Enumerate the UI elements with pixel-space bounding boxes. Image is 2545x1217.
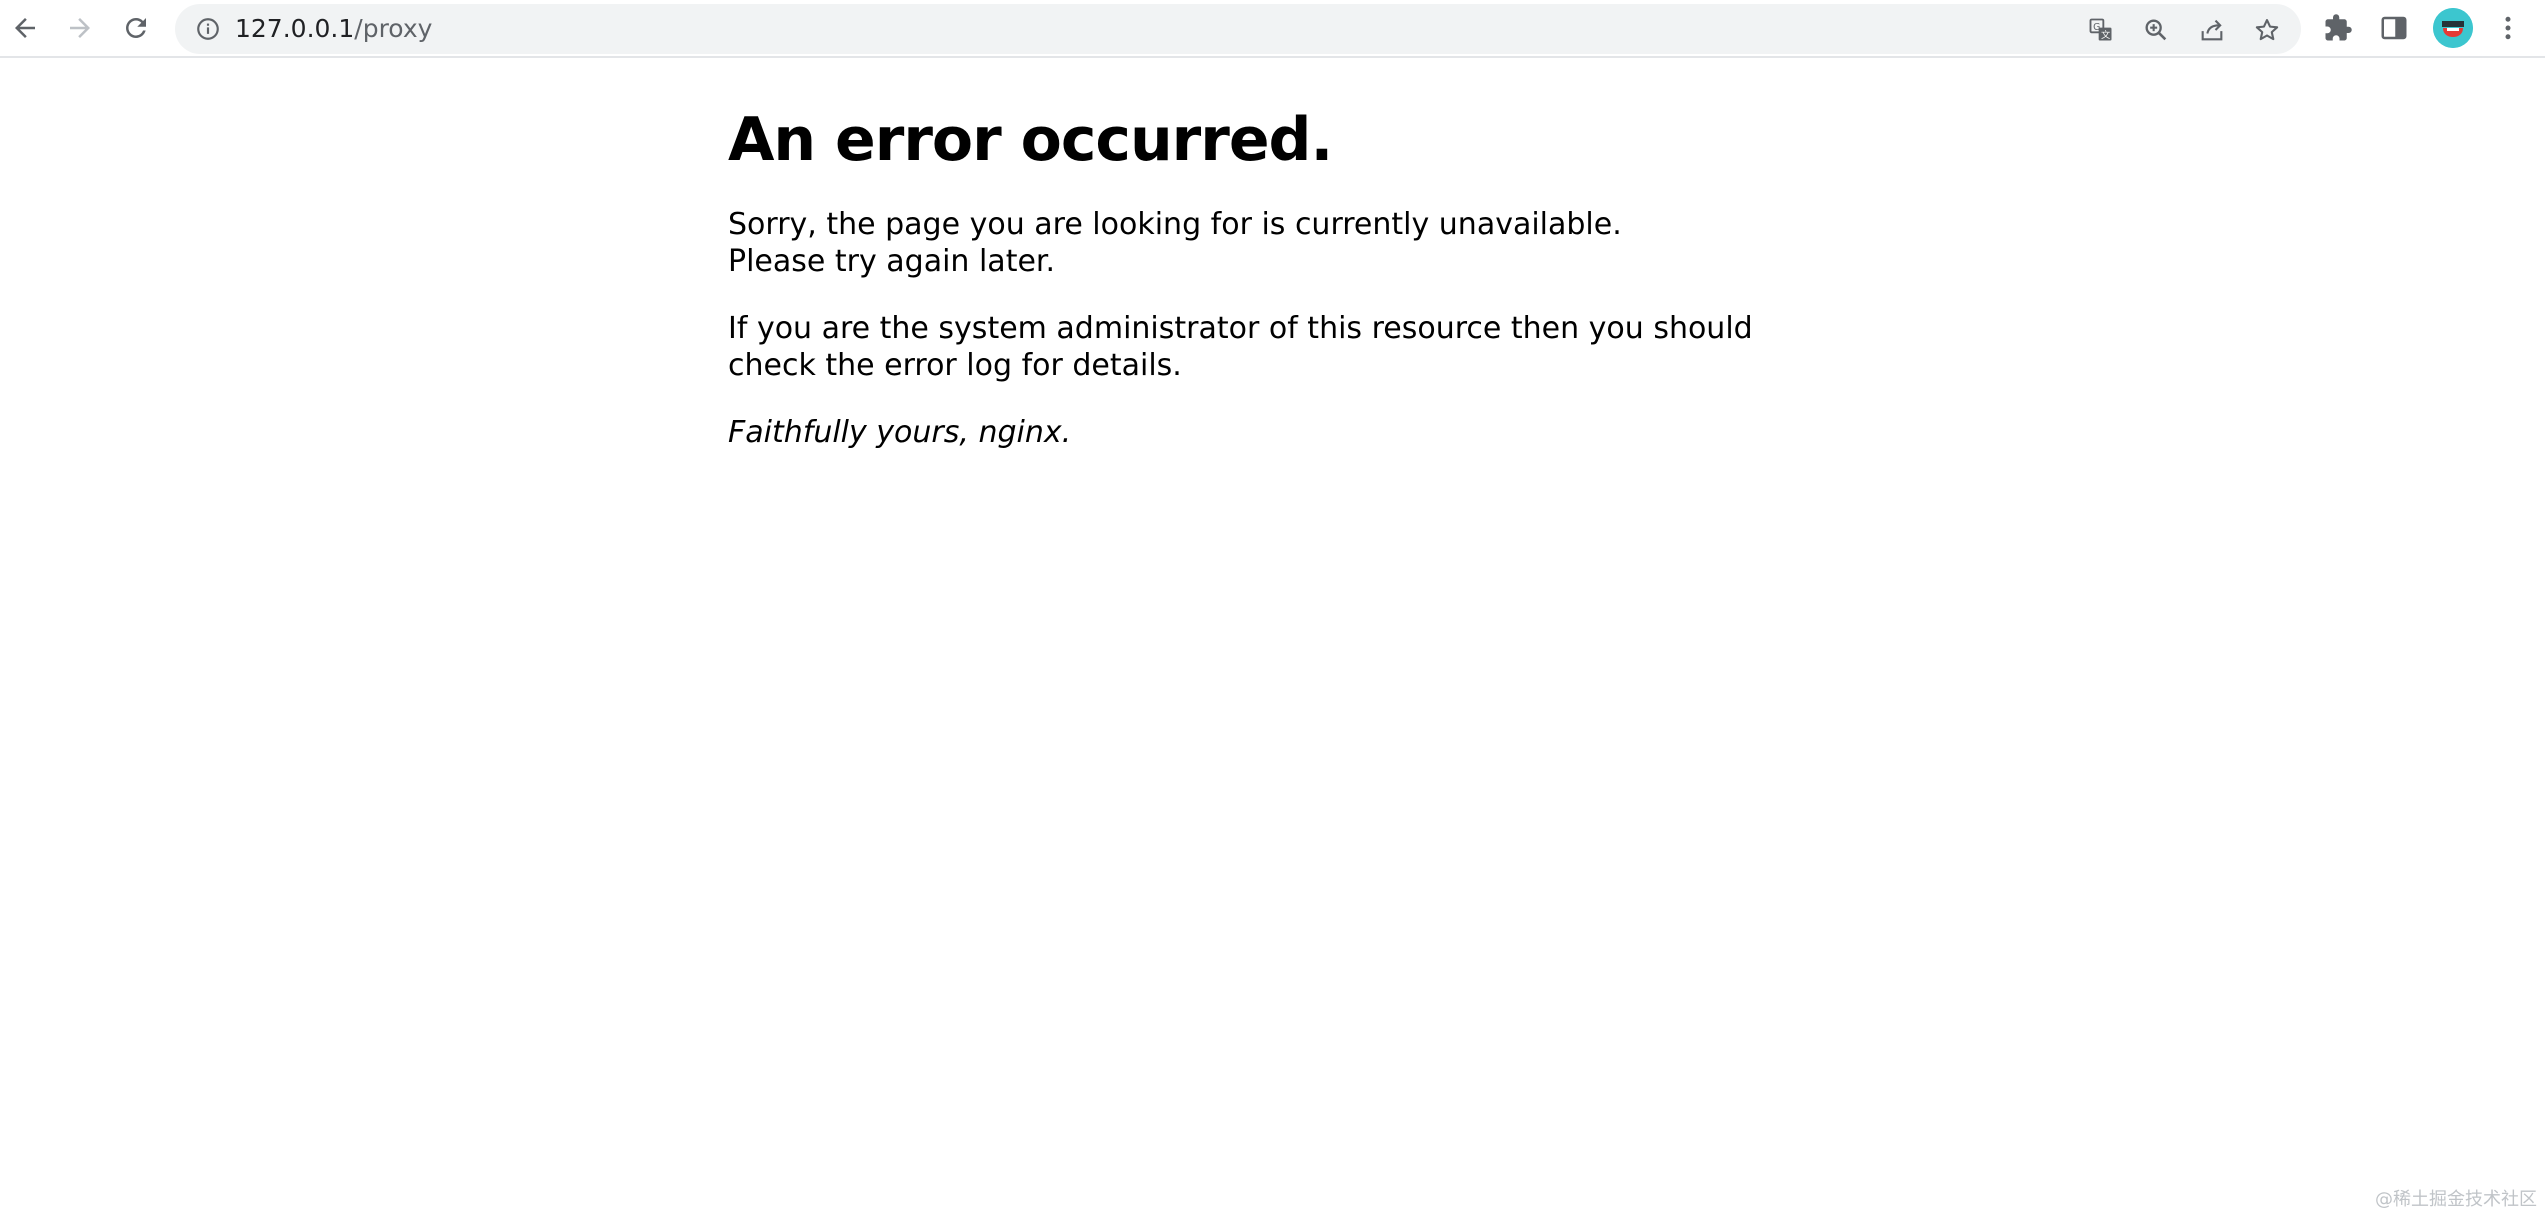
site-info-button[interactable]: [193, 14, 223, 44]
zoom-button[interactable]: [2138, 12, 2174, 48]
admin-note: If you are the system administrator of t…: [728, 311, 1753, 383]
translate-button[interactable]: G文: [2083, 12, 2119, 48]
url-path: /proxy: [354, 14, 433, 43]
back-arrow-icon: [15, 18, 35, 38]
reload-icon: [126, 18, 146, 38]
browser-toolbar: 127.0.0.1/proxy G文: [0, 0, 2545, 58]
forward-arrow-icon: [70, 18, 90, 38]
kebab-menu-icon: [2505, 16, 2511, 40]
watermark: @稀土掘金技术社区: [2375, 1189, 2537, 1210]
forward-button[interactable]: [57, 5, 103, 51]
browser-menu-button[interactable]: [2488, 8, 2528, 48]
bookmark-button[interactable]: [2249, 12, 2285, 48]
address-bar[interactable]: 127.0.0.1/proxy G文: [175, 4, 2301, 54]
avatar-icon: [2433, 8, 2473, 48]
zoom-in-icon: [2145, 19, 2167, 41]
error-page-content: An error occurred. Sorry, the page you a…: [728, 96, 1828, 451]
reload-button[interactable]: [113, 5, 159, 51]
side-panel-icon: [2381, 16, 2407, 40]
info-icon: [197, 18, 219, 40]
star-icon: [2255, 19, 2279, 41]
extensions-button[interactable]: [2318, 8, 2358, 48]
profile-avatar[interactable]: [2433, 8, 2473, 48]
page-title: An error occurred.: [728, 105, 1333, 175]
side-panel-button[interactable]: [2374, 8, 2414, 48]
translate-icon: G文: [2089, 18, 2112, 41]
back-button[interactable]: [2, 5, 48, 51]
share-icon: [2201, 19, 2223, 41]
puzzle-icon: [2325, 14, 2352, 41]
error-message-line-1: Sorry, the page you are looking for is c…: [728, 207, 1622, 242]
url-host: 127.0.0.1: [235, 14, 355, 43]
share-button[interactable]: [2194, 12, 2230, 48]
error-message-line-2: Please try again later.: [728, 244, 1056, 279]
svg-text:文: 文: [2101, 29, 2110, 41]
error-message: Sorry, the page you are looking for is c…: [728, 206, 1828, 280]
signature: Faithfully yours, nginx.: [728, 415, 1072, 450]
url-text[interactable]: 127.0.0.1/proxy: [235, 4, 432, 54]
